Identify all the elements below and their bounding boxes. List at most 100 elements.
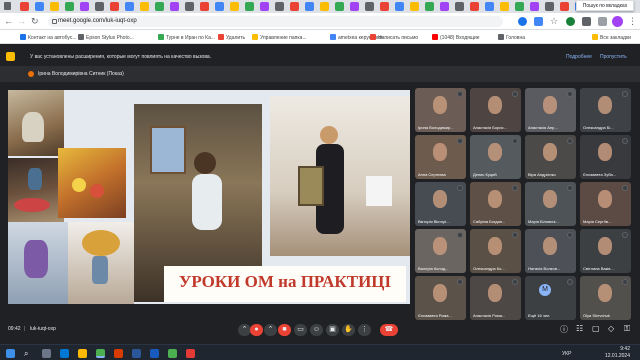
browser-tab[interactable] [470,2,479,11]
lock-icon[interactable]: ⚿ [624,324,630,334]
browser-tab[interactable] [335,2,344,11]
bookmark-item[interactable]: Головна [498,34,525,41]
browser-tab[interactable] [65,2,74,11]
browser-tab[interactable] [110,2,119,11]
browser-tab[interactable] [455,2,464,11]
participant-tile[interactable]: Єлизавета Рома... [415,276,466,320]
windows-start-icon[interactable] [6,349,15,358]
browser-tab[interactable] [35,2,44,11]
participant-tile[interactable]: Анастасія Борис... [470,88,521,132]
file-explorer-icon[interactable] [78,349,87,358]
bookmark-item[interactable]: Написать письмо [370,34,418,41]
browser-tab[interactable] [320,2,329,11]
reload-icon[interactable]: ↻ [31,16,39,26]
site-info-icon[interactable] [52,19,57,24]
bookmark-item[interactable]: Epson Stylus Photo... [78,34,134,41]
browser-tab[interactable] [350,2,359,11]
browser-tab[interactable] [425,2,434,11]
participant-tile[interactable]: Світлана Ваків... [580,229,631,273]
browser-tab[interactable] [170,2,179,11]
translate-icon[interactable] [534,17,543,26]
browser-tab[interactable] [365,2,374,11]
browser-tab[interactable] [200,2,209,11]
present-button[interactable]: ▣ [326,324,339,336]
tab-search-icon[interactable] [4,2,11,10]
participant-tile[interactable]: Єлизавета Зуба... [580,135,631,179]
bookmark-item[interactable]: Удалить [218,34,245,41]
browser-tab[interactable] [260,2,269,11]
captions-button[interactable]: ▭ [294,324,307,336]
participant-tile[interactable]: Олександра Ко... [470,229,521,273]
participant-tile[interactable]: Ірина Володимир... [415,88,466,132]
back-icon[interactable]: ← [4,16,13,26]
keyboard-language[interactable]: УКР [562,351,571,357]
bookmark-star-icon[interactable]: ☆ [550,17,559,26]
browser-tab[interactable] [290,2,299,11]
participant-tile[interactable]: Денис Куций [470,135,521,179]
browser-tab[interactable] [155,2,164,11]
chrome-icon-2[interactable] [168,349,177,358]
chevron-up-icon[interactable]: ⌃ [264,324,277,336]
word-icon[interactable] [132,349,141,358]
clock-date[interactable]: 12.01.2024 [596,353,630,359]
emoji-button[interactable]: ☺ [310,324,323,336]
mic-off-button[interactable]: ● [250,324,263,336]
participant-tile[interactable]: Анна Сергеєва [415,135,466,179]
bookmark-item[interactable]: (1048) Входящие [432,34,480,41]
url-field[interactable]: meet.google.com/luk-iuqt-oxp [48,16,503,27]
sidepanel-icon[interactable] [598,17,607,26]
people-icon[interactable]: ☷ [576,324,583,333]
camera-off-button[interactable]: ■ [278,324,291,336]
browser-tab[interactable] [395,2,404,11]
all-bookmarks[interactable]: Все закладки [592,34,631,41]
browser-tab[interactable] [440,2,449,11]
participant-tile[interactable]: Марія Сергіїв... [580,182,631,226]
browser-tab[interactable] [545,2,554,11]
browser-tab[interactable] [140,2,149,11]
participant-tile[interactable]: Сабріна Богдан... [470,182,521,226]
browser-tab[interactable] [215,2,224,11]
browser-tab[interactable] [125,2,134,11]
participant-tile[interactable]: Анастасія Рома... [470,276,521,320]
extension-green-icon[interactable] [566,17,575,26]
browser-tab[interactable] [380,2,389,11]
participant-tile[interactable]: Наталія Волков... [525,229,576,273]
chat-icon[interactable]: ▢ [592,324,600,333]
details-link[interactable]: Подробнее [566,54,592,60]
browser-tab[interactable] [275,2,284,11]
browser-tab[interactable] [410,2,419,11]
forward-icon[interactable]: → [17,16,26,26]
extension-icon[interactable] [518,17,527,26]
browser-tab[interactable] [95,2,104,11]
browser-tab[interactable] [20,2,29,11]
leave-call-button[interactable]: ☎ [380,324,398,336]
skip-link[interactable]: Пропустить [600,54,627,60]
raise-hand-button[interactable]: ✋ [342,324,355,336]
browser-tab[interactable] [530,2,539,11]
browser-tab[interactable] [305,2,314,11]
participant-tile[interactable]: Олександра Бі... [580,88,631,132]
browser-tab[interactable] [50,2,59,11]
pdf-icon[interactable] [186,349,195,358]
app-icon-2[interactable] [150,349,159,358]
browser-tab[interactable] [500,2,509,11]
browser-tab[interactable] [80,2,89,11]
search-icon[interactable]: ⌕ [24,349,33,358]
participant-tile[interactable]: М Ещё 16 чел. [525,276,576,320]
more-options-button[interactable]: ⋮ [358,324,371,336]
extensions-puzzle-icon[interactable] [582,17,591,26]
bookmark-item[interactable]: Контакт на автобус... [20,34,77,41]
task-view-icon[interactable] [42,349,51,358]
browser-tab[interactable] [245,2,254,11]
browser-tab[interactable] [515,2,524,11]
chrome-icon[interactable] [96,349,105,358]
profile-avatar[interactable] [612,16,623,27]
bookmark-item[interactable]: Управление папка... [252,34,307,41]
menu-kebab-icon[interactable]: ⋮ [628,16,637,27]
participant-tile[interactable]: Марія Біловичі... [525,182,576,226]
activities-icon[interactable]: ◇ [608,324,614,333]
participant-tile[interactable]: Валерія Колод... [415,229,466,273]
app-icon[interactable] [114,349,123,358]
browser-tab[interactable] [485,2,494,11]
participant-tile[interactable]: Вікторія Вікторі... [415,182,466,226]
